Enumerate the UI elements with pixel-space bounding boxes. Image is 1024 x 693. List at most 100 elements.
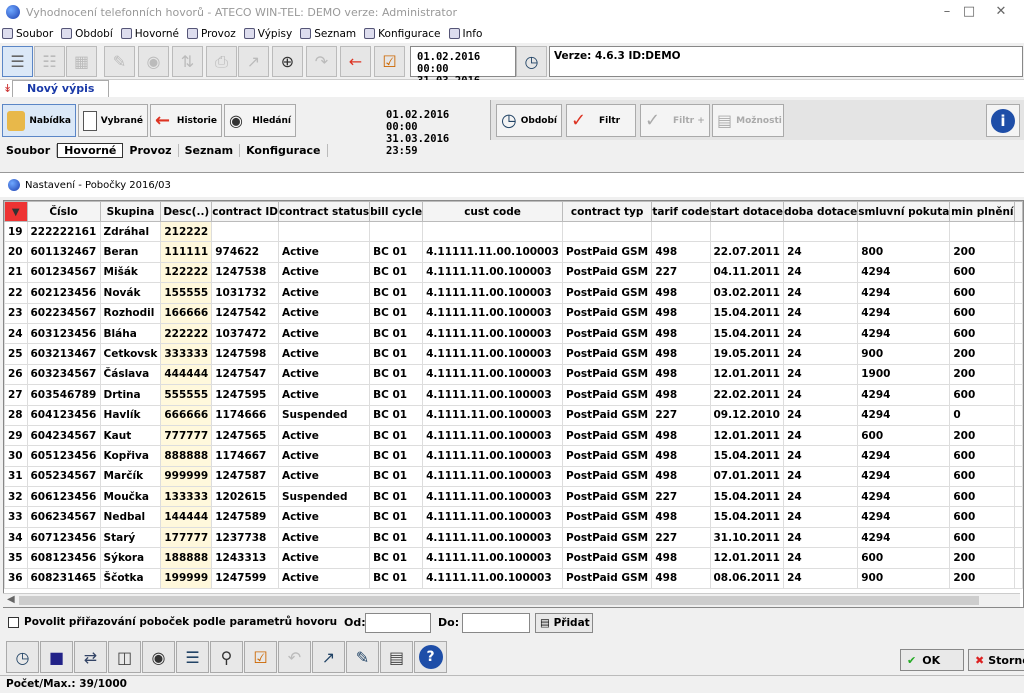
filtr-button[interactable]: ✓ Filtr	[566, 104, 636, 137]
table-cell[interactable]: Novák	[99, 282, 162, 304]
table-cell[interactable]: 600	[857, 547, 951, 569]
table-cell[interactable]: 24	[783, 282, 859, 304]
table-cell[interactable]: BC 01	[369, 363, 424, 386]
table-cell[interactable]: Kopřiva	[99, 445, 162, 467]
menu-item-6[interactable]: Konfigurace	[364, 28, 441, 40]
checklist-icon[interactable]: ☑	[374, 46, 405, 77]
table-cell[interactable]: 1247538	[211, 261, 279, 284]
table-cell[interactable]: 608231465	[26, 567, 101, 590]
print-icon[interactable]: ⎙	[206, 46, 237, 77]
table-cell[interactable]: Active	[277, 567, 371, 590]
table-cell[interactable]: 4294	[857, 526, 951, 549]
table-cell[interactable]: 498	[651, 343, 711, 365]
obdobi-button[interactable]: ◷ Období	[496, 104, 562, 137]
table-cell[interactable]: 604234567	[26, 424, 101, 447]
table-cell[interactable]: PostPaid GSM	[561, 465, 653, 488]
table-cell[interactable]: 27	[4, 384, 28, 406]
table-cell[interactable]: 4.1111.11.00.100003	[422, 322, 563, 345]
subnav-item-4[interactable]: Konfigurace	[240, 143, 328, 157]
table-cell[interactable]	[422, 220, 563, 243]
vybrane-button[interactable]: Vybrané	[78, 104, 148, 137]
menu-item-1[interactable]: Období	[61, 28, 113, 40]
column-header[interactable]: bill cycle	[369, 201, 424, 222]
table-cell[interactable]	[783, 220, 859, 243]
table-cell[interactable]: 900	[857, 343, 951, 365]
table-cell[interactable]: Kaut	[99, 424, 162, 447]
table-cell[interactable]: 4.1111.11.00.100003	[422, 282, 563, 304]
table-cell[interactable]: PostPaid GSM	[561, 547, 653, 569]
zoom-icon[interactable]: ⊕	[272, 46, 303, 77]
column-header[interactable]: cust code	[422, 201, 563, 222]
column-header[interactable]: Číslo	[26, 201, 101, 222]
table-cell[interactable]: Sýkora	[99, 547, 162, 569]
chart-view-icon[interactable]: ▦	[66, 46, 97, 77]
table-cell[interactable]: 33	[4, 506, 28, 528]
table-cell[interactable]: 498	[651, 302, 711, 324]
table-cell[interactable]	[561, 220, 653, 243]
table-cell[interactable]: 1247542	[211, 302, 279, 324]
table-cell[interactable]: 166666	[160, 302, 213, 324]
table-cell[interactable]: 200	[949, 424, 1016, 447]
table-cell[interactable]: 498	[651, 322, 711, 345]
table-cell[interactable]: PostPaid GSM	[561, 384, 653, 406]
table-cell[interactable]: 24	[783, 384, 859, 406]
table-cell[interactable]: Starý	[99, 526, 162, 549]
nabidka-button[interactable]: Nabídka	[2, 104, 76, 137]
storno-button[interactable]: ✖ Storno	[968, 649, 1024, 671]
table-cell[interactable]: PostPaid GSM	[561, 343, 653, 365]
table-cell[interactable]: Marčík	[99, 465, 162, 488]
table-cell[interactable]: 4.1111.11.00.100003	[422, 445, 563, 467]
table-cell[interactable]: Nedbal	[99, 506, 162, 528]
table-cell[interactable]: PostPaid GSM	[561, 567, 653, 590]
table-cell[interactable]: 12.01.2011	[709, 424, 785, 447]
table-cell[interactable]: PostPaid GSM	[561, 322, 653, 345]
menu-item-0[interactable]: Soubor	[2, 28, 53, 40]
table-cell[interactable]: 200	[949, 363, 1016, 386]
table-cell[interactable]: 4.1111.11.00.100003	[422, 547, 563, 569]
table-cell[interactable]: 4.1111.11.00.100003	[422, 486, 563, 508]
table-cell[interactable]: 601234567	[26, 261, 101, 284]
table-cell[interactable]: 974622	[211, 241, 279, 263]
table-cell[interactable]: 498	[651, 282, 711, 304]
table-row[interactable]: 36 608231465 Ščotka 199999 1247599 Active BC 0…	[4, 567, 1023, 590]
table-cell[interactable]: 1900	[857, 363, 951, 386]
clock-icon[interactable]: ◷	[516, 46, 547, 77]
table-cell[interactable]: 603546789	[26, 384, 101, 406]
table-cell[interactable]	[651, 220, 711, 243]
table-cell[interactable]: 608123456	[26, 547, 101, 569]
table-cell[interactable]: 24	[783, 343, 859, 365]
preview-icon[interactable]: ⚲	[210, 641, 243, 673]
table-cell[interactable]: 177777	[160, 526, 213, 549]
table-cell[interactable]: 24	[783, 567, 859, 590]
table-cell[interactable]: 1247598	[211, 343, 279, 365]
pridat-button[interactable]: ▤ Přidat	[535, 613, 593, 633]
table-row[interactable]: 35 608123456 Sýkora 188888 1243313 Active BC 0…	[4, 547, 1023, 569]
table-cell[interactable]: 222222	[160, 322, 213, 345]
table-cell[interactable]: BC 01	[369, 465, 424, 488]
table-cell[interactable]: 603213467	[26, 343, 101, 365]
table-cell[interactable]: Active	[277, 445, 371, 467]
table-cell[interactable]: 498	[651, 506, 711, 528]
column-header[interactable]: Desc(..)	[160, 201, 213, 222]
table-cell[interactable]: 603123456	[26, 322, 101, 345]
table-cell[interactable]: 600	[857, 424, 951, 447]
table-cell[interactable]: 20	[4, 241, 28, 263]
table-cell[interactable]: 200	[949, 567, 1016, 590]
table-cell[interactable]: 4.1111.11.00.100003	[422, 343, 563, 365]
table-cell[interactable]: 498	[651, 363, 711, 386]
table-cell[interactable]: Rozhodil	[99, 302, 162, 324]
table-cell[interactable]: 227	[651, 261, 711, 284]
table-cell[interactable]: Moučka	[99, 486, 162, 508]
table-cell[interactable]: 24	[783, 445, 859, 467]
table-cell[interactable]: Suspended	[277, 486, 371, 508]
table-cell[interactable]: Active	[277, 322, 371, 345]
table-row[interactable]: 27 603546789 Drtina 555555 1247595 Active BC 0…	[4, 384, 1023, 406]
table-cell[interactable]: Beran	[99, 241, 162, 263]
redo-icon[interactable]: ↷	[306, 46, 337, 77]
table-cell[interactable]: 498	[651, 384, 711, 406]
historie-button[interactable]: ← Historie	[150, 104, 222, 137]
horizontal-scrollbar[interactable]: ◀	[3, 593, 1020, 607]
table-cell[interactable]: PostPaid GSM	[561, 282, 653, 304]
column-header[interactable]: Skupina	[99, 201, 162, 222]
table-cell[interactable]: 24	[783, 404, 859, 426]
